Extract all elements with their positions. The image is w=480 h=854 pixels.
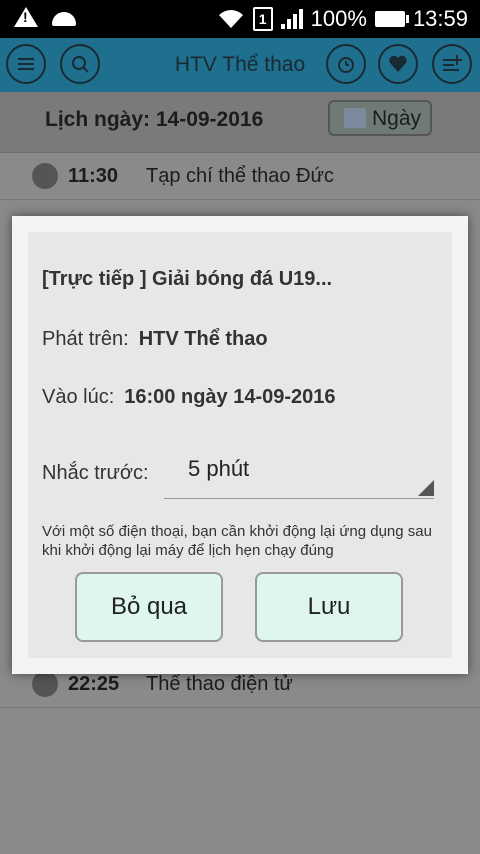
- status-bar: 1 100% 13:59: [0, 0, 480, 38]
- android-icon: [52, 12, 76, 26]
- dialog-body: [Trực tiếp ] Giải bóng đá U19... Phát tr…: [28, 232, 452, 658]
- program-time: 22:25: [68, 673, 120, 695]
- clock-time: 13:59: [412, 6, 468, 31]
- time-value: 16:00 ngày 14-09-2016: [124, 386, 336, 408]
- cancel-button[interactable]: Bỏ qua: [75, 572, 223, 642]
- reminder-value: 5 phút: [188, 456, 250, 481]
- date-label: Lịch ngày: 14-09-2016: [45, 108, 264, 131]
- alarm-clock-icon: [32, 163, 58, 189]
- battery-percent: 100%: [310, 6, 367, 31]
- time-row: Vào lúc: 16:00 ngày 14-09-2016: [42, 386, 336, 409]
- channel-label: Phát trên:: [42, 328, 129, 350]
- warning-icon: [14, 7, 38, 27]
- channel-value: HTV Thể thao: [138, 328, 268, 350]
- app-bar: HTV Thể thao: [0, 38, 480, 92]
- day-view-label: Ngày: [372, 107, 422, 130]
- program-title: [Trực tiếp ] Giải bóng đá U19...: [42, 268, 333, 290]
- time-label: Vào lúc:: [42, 386, 115, 408]
- favorite-button[interactable]: [378, 44, 418, 84]
- channel-row: Phát trên: HTV Thể thao: [42, 328, 268, 351]
- date-header: Lịch ngày: 14-09-2016 Ngày: [0, 92, 480, 153]
- day-view-button[interactable]: Ngày: [328, 100, 432, 136]
- restart-note: Với một số điện thoại, bạn cần khởi động…: [42, 523, 432, 559]
- alarm-button[interactable]: [326, 44, 366, 84]
- dropdown-corner-icon: [418, 480, 434, 496]
- reminder-label: Nhắc trước:: [42, 462, 149, 484]
- battery-icon: [374, 11, 409, 27]
- calendar-icon: [344, 108, 366, 128]
- save-button[interactable]: Lưu: [255, 572, 403, 642]
- list-item[interactable]: 11:30 Tạp chí thể thao Đức: [0, 153, 480, 200]
- reminder-select[interactable]: 5 phút: [164, 444, 434, 499]
- heart-icon: [389, 55, 407, 72]
- program-name: Tạp chí thể thao Đức: [146, 165, 334, 187]
- alarm-clock-icon: [338, 57, 354, 73]
- program-time: 11:30: [68, 165, 119, 187]
- reminder-dialog: [Trực tiếp ] Giải bóng đá U19... Phát tr…: [12, 216, 468, 674]
- alarm-clock-icon: [32, 671, 58, 697]
- add-list-button[interactable]: [432, 44, 472, 84]
- signal-icon: [280, 9, 303, 29]
- add-list-icon: [443, 55, 462, 71]
- program-name: Thể thao điện tử: [146, 673, 293, 695]
- wifi-icon: [217, 9, 245, 29]
- sim-icon: 1: [252, 7, 273, 31]
